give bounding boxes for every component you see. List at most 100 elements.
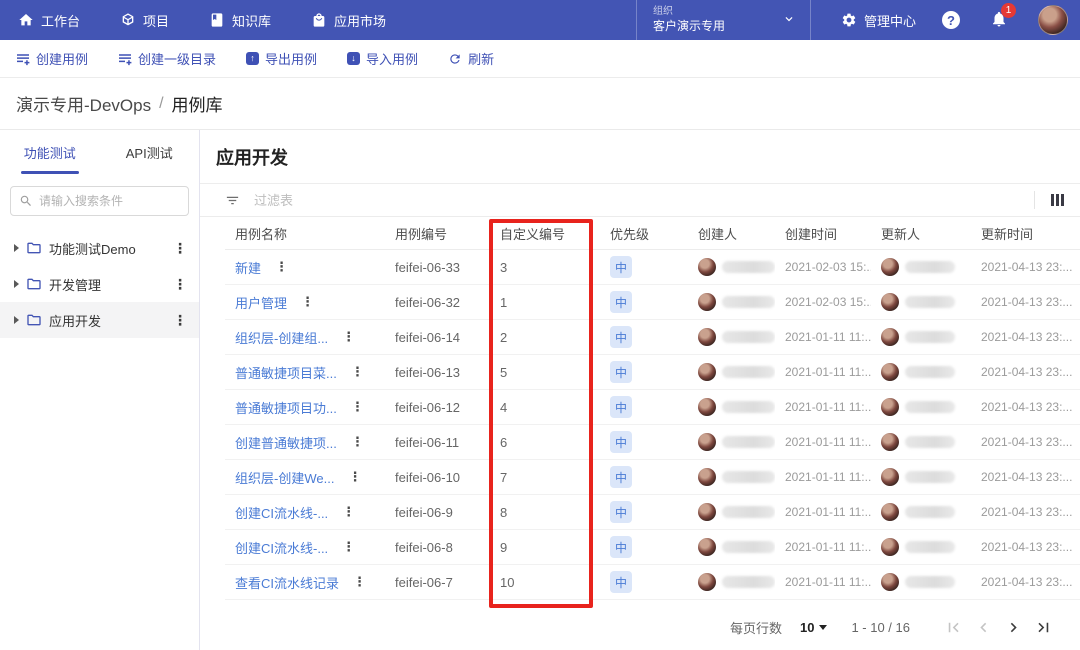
- kebab-menu-icon[interactable]: ⋮: [342, 329, 355, 345]
- table-row: 普通敏捷项目菜... ⋮ feifei-06-13 5 中 2021-01-11…: [225, 355, 1080, 390]
- creator-cell: [688, 363, 775, 381]
- case-code: feifei-06-7: [385, 575, 490, 590]
- tab-api-test[interactable]: API测试: [100, 130, 200, 174]
- folder-icon: [26, 240, 42, 256]
- case-name-link[interactable]: 组织层-创建组...: [235, 328, 328, 347]
- creator-cell: [688, 503, 775, 521]
- admin-center-button[interactable]: 管理中心: [811, 11, 942, 30]
- sidebar-search[interactable]: [10, 186, 189, 216]
- column-header-custom-id[interactable]: 自定义编号: [490, 224, 600, 243]
- priority-badge: 中: [610, 291, 632, 313]
- creator-avatar: [698, 398, 716, 416]
- rows-per-page-select[interactable]: 10: [800, 620, 827, 635]
- custom-id: 2: [490, 330, 600, 345]
- case-code: feifei-06-8: [385, 540, 490, 555]
- column-header-create-time[interactable]: 创建时间: [775, 224, 871, 243]
- kebab-menu-icon[interactable]: ⋮: [173, 241, 187, 255]
- tab-function-test[interactable]: 功能测试: [0, 130, 100, 174]
- redacted-name: [905, 366, 955, 378]
- creator-avatar: [698, 468, 716, 486]
- caret-right-icon[interactable]: [14, 316, 19, 324]
- updater-avatar: [881, 468, 899, 486]
- first-page-button[interactable]: [938, 612, 968, 642]
- priority-badge: 中: [610, 501, 632, 523]
- redacted-name: [905, 506, 955, 518]
- nav-item-knowledge-base[interactable]: 知识库: [209, 11, 271, 30]
- column-header-case-name[interactable]: 用例名称: [225, 224, 385, 243]
- case-code: feifei-06-13: [385, 365, 490, 380]
- nav-item-app-market[interactable]: 应用市场: [311, 11, 386, 30]
- case-code: feifei-06-14: [385, 330, 490, 345]
- refresh-button[interactable]: 刷新: [448, 49, 494, 68]
- pagination-bar: 每页行数 10 1 - 10 / 16: [200, 604, 1080, 650]
- next-page-button[interactable]: [998, 612, 1028, 642]
- column-header-case-code[interactable]: 用例编号: [385, 224, 490, 243]
- page-range: 1 - 10 / 16: [851, 620, 910, 635]
- last-page-button[interactable]: [1028, 612, 1058, 642]
- rows-per-page-label: 每页行数: [730, 618, 782, 637]
- search-icon: [19, 194, 33, 208]
- priority-badge: 中: [610, 431, 632, 453]
- case-name-link[interactable]: 创建CI流水线-...: [235, 503, 328, 522]
- nav-item-projects[interactable]: 项目: [120, 11, 169, 30]
- tree-item[interactable]: 开发管理 ⋮: [0, 266, 199, 302]
- creator-avatar: [698, 573, 716, 591]
- caret-right-icon[interactable]: [14, 280, 19, 288]
- breadcrumb-project[interactable]: 演示专用-DevOps: [16, 91, 151, 116]
- case-code: feifei-06-12: [385, 400, 490, 415]
- table-header-row: 用例名称 用例编号 自定义编号 优先级 创建人 创建时间 更新人 更新时间: [225, 217, 1080, 250]
- column-settings-icon[interactable]: [1051, 194, 1064, 206]
- refresh-icon: [448, 52, 462, 66]
- kebab-menu-icon[interactable]: ⋮: [348, 469, 361, 485]
- kebab-menu-icon[interactable]: ⋮: [173, 313, 187, 327]
- column-header-update-time[interactable]: 更新时间: [971, 224, 1080, 243]
- creator-avatar: [698, 538, 716, 556]
- case-name-link[interactable]: 用户管理: [235, 293, 287, 312]
- export-cases-label: 导出用例: [265, 49, 317, 68]
- create-time: 2021-01-11 11:...: [775, 470, 871, 484]
- creator-avatar: [698, 503, 716, 521]
- case-name-link[interactable]: 创建CI流水线-...: [235, 538, 328, 557]
- table-row: 新建 ⋮ feifei-06-33 3 中 2021-02-03 15:... …: [225, 250, 1080, 285]
- kebab-menu-icon[interactable]: ⋮: [173, 277, 187, 291]
- kebab-menu-icon[interactable]: ⋮: [342, 504, 355, 520]
- column-header-priority[interactable]: 优先级: [600, 224, 688, 243]
- kebab-menu-icon[interactable]: ⋮: [351, 399, 364, 415]
- kebab-menu-icon[interactable]: ⋮: [351, 434, 364, 450]
- updater-avatar: [881, 573, 899, 591]
- user-avatar[interactable]: [1038, 5, 1068, 35]
- nav-item-workbench[interactable]: 工作台: [18, 11, 80, 30]
- case-name-link[interactable]: 创建普通敏捷项...: [235, 433, 337, 452]
- column-header-creator[interactable]: 创建人: [688, 224, 775, 243]
- create-time: 2021-01-11 11:...: [775, 400, 871, 414]
- kebab-menu-icon[interactable]: ⋮: [351, 364, 364, 380]
- org-switcher[interactable]: 组织 客户演示专用: [636, 0, 811, 40]
- tree-item[interactable]: 功能测试Demo ⋮: [0, 230, 199, 266]
- case-name-link[interactable]: 查看CI流水线记录: [235, 573, 339, 592]
- updater-cell: [871, 573, 971, 591]
- kebab-menu-icon[interactable]: ⋮: [353, 574, 366, 590]
- filter-input[interactable]: [254, 193, 1034, 208]
- prev-page-button[interactable]: [968, 612, 998, 642]
- kebab-menu-icon[interactable]: ⋮: [342, 539, 355, 555]
- import-cases-button[interactable]: ↓ 导入用例: [347, 49, 418, 68]
- case-name-link[interactable]: 普通敏捷项目功...: [235, 398, 337, 417]
- create-directory-button[interactable]: 创建一级目录: [118, 49, 216, 68]
- breadcrumb: 演示专用-DevOps / 用例库: [0, 78, 1080, 130]
- case-name-link[interactable]: 组织层-创建We...: [235, 468, 334, 487]
- export-cases-button[interactable]: ↑ 导出用例: [246, 49, 317, 68]
- caret-right-icon[interactable]: [14, 244, 19, 252]
- creator-avatar: [698, 433, 716, 451]
- kebab-menu-icon[interactable]: ⋮: [301, 294, 314, 310]
- column-header-updater[interactable]: 更新人: [871, 224, 971, 243]
- kebab-menu-icon[interactable]: ⋮: [275, 259, 288, 275]
- notifications-button[interactable]: 1: [990, 10, 1008, 31]
- case-name-link[interactable]: 普通敏捷项目菜...: [235, 363, 337, 382]
- tree-item[interactable]: 应用开发 ⋮: [0, 302, 199, 338]
- search-input[interactable]: [39, 194, 180, 208]
- case-name-link[interactable]: 新建: [235, 258, 261, 277]
- help-button[interactable]: ?: [942, 11, 960, 29]
- create-time: 2021-01-11 11:...: [775, 575, 871, 589]
- filter-icon[interactable]: [225, 193, 240, 208]
- create-case-button[interactable]: 创建用例: [16, 49, 88, 68]
